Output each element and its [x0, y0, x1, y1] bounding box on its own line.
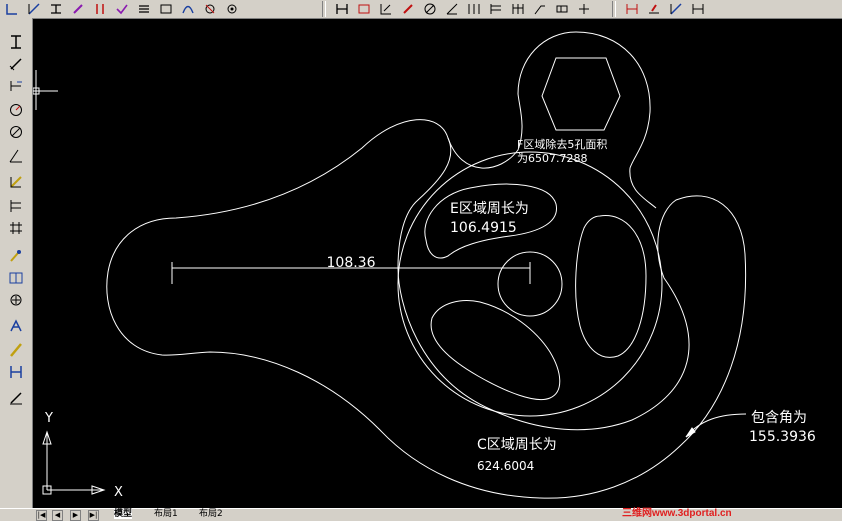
ucs-axis-icon [42, 430, 106, 495]
region-c-label-line2: 624.6004 [477, 459, 534, 473]
toolbar-group-dim-edit [624, 0, 712, 18]
continue-dim-icon[interactable] [6, 218, 26, 238]
ordinate-dim-icon[interactable] [378, 1, 394, 17]
hexagon-hole [541, 57, 621, 131]
linear-dim-icon[interactable] [334, 1, 350, 17]
tab-nav-first[interactable]: |◀ [36, 510, 47, 521]
toolbar-separator [612, 1, 616, 17]
baseline-dim-icon[interactable] [6, 196, 26, 216]
ordinate-dim-icon[interactable] [6, 76, 26, 96]
ucs-x-label: X [114, 485, 123, 500]
quick-dim-icon[interactable] [6, 172, 26, 192]
dim-style-icon[interactable] [6, 388, 26, 408]
radius-dim-icon[interactable] [400, 1, 416, 17]
tab-nav-next[interactable]: ▶ [70, 510, 81, 521]
angular-dim-icon[interactable] [444, 1, 460, 17]
spline-icon[interactable] [180, 1, 196, 17]
ucs-y-label: Y [44, 411, 53, 426]
center-mark-icon[interactable] [576, 1, 592, 17]
slot-right [575, 215, 647, 358]
pen-icon[interactable] [70, 1, 86, 17]
dim-update-icon[interactable] [6, 362, 26, 382]
dimension-text: 108.36 [327, 255, 376, 271]
region-c-label-line1: C区域周长为 [477, 437, 557, 453]
tolerance-icon[interactable] [158, 1, 174, 17]
toolbar-group-draw [4, 0, 246, 18]
dim-text-edit-icon[interactable] [6, 340, 26, 360]
slot-lower [430, 300, 561, 400]
region-f-label-line2: 为6507.7288 [517, 152, 588, 165]
leader-icon[interactable] [532, 1, 548, 17]
parallel-icon[interactable] [92, 1, 108, 17]
center-mark-icon[interactable] [6, 290, 26, 310]
line-icon[interactable] [4, 1, 20, 17]
left-toolbar [0, 18, 33, 508]
crosshair-cursor [33, 70, 58, 110]
snap-icon[interactable] [202, 1, 218, 17]
drawing-area[interactable]: 108.36 F区域除去5孔面积 为6507.7288 E区域周长为 106.4… [33, 19, 842, 508]
ucs-icon[interactable] [26, 1, 42, 17]
settings-icon[interactable] [224, 1, 240, 17]
stack-icon[interactable] [136, 1, 152, 17]
dimension-icon[interactable] [48, 1, 64, 17]
dim-edit-icon[interactable] [624, 1, 640, 17]
model-space-canvas[interactable]: 108.36 F区域除去5孔面积 为6507.7288 E区域周长为 106.4… [33, 19, 842, 508]
leader-icon[interactable] [6, 246, 26, 266]
dim-edit-icon[interactable] [6, 316, 26, 336]
outer-profile [106, 119, 747, 499]
toolbar-group-dimension [334, 0, 598, 18]
angle-leader [685, 413, 747, 438]
dim-text-edit-icon[interactable] [646, 1, 662, 17]
angular-dim-icon[interactable] [6, 146, 26, 166]
radius-dim-icon[interactable] [6, 100, 26, 120]
tab-nav-last[interactable]: ▶| [88, 510, 99, 521]
tab-nav-prev[interactable]: ◀ [52, 510, 63, 521]
angle-label-line2: 155.3936 [749, 429, 816, 445]
toolbar-separator [322, 1, 326, 17]
aligned-dim-icon[interactable] [6, 54, 26, 74]
dim-update-icon[interactable] [668, 1, 684, 17]
diameter-dim-icon[interactable] [6, 122, 26, 142]
dim-style-icon[interactable] [690, 1, 706, 17]
aligned-dim-icon[interactable] [356, 1, 372, 17]
tolerance-icon[interactable] [6, 268, 26, 288]
region-e-label-line2: 106.4915 [450, 220, 517, 236]
diameter-dim-icon[interactable] [422, 1, 438, 17]
quick-dim-icon[interactable] [466, 1, 482, 17]
layout-tab-bar: |◀ ◀ ▶ ▶| 模型 布局1 布局2 三维网www.3dportal.cn [0, 508, 842, 521]
region-f-label-line1: F区域除去5孔面积 [517, 137, 607, 151]
top-toolbar [0, 0, 842, 19]
check-icon[interactable] [114, 1, 130, 17]
region-e-label-line1: E区域周长为 [450, 201, 529, 217]
angle-label-line1: 包含角为 [751, 410, 807, 426]
continue-dim-icon[interactable] [510, 1, 526, 17]
tolerance-frame-icon[interactable] [554, 1, 570, 17]
baseline-dim-icon[interactable] [488, 1, 504, 17]
linear-dim-icon[interactable] [6, 32, 26, 52]
